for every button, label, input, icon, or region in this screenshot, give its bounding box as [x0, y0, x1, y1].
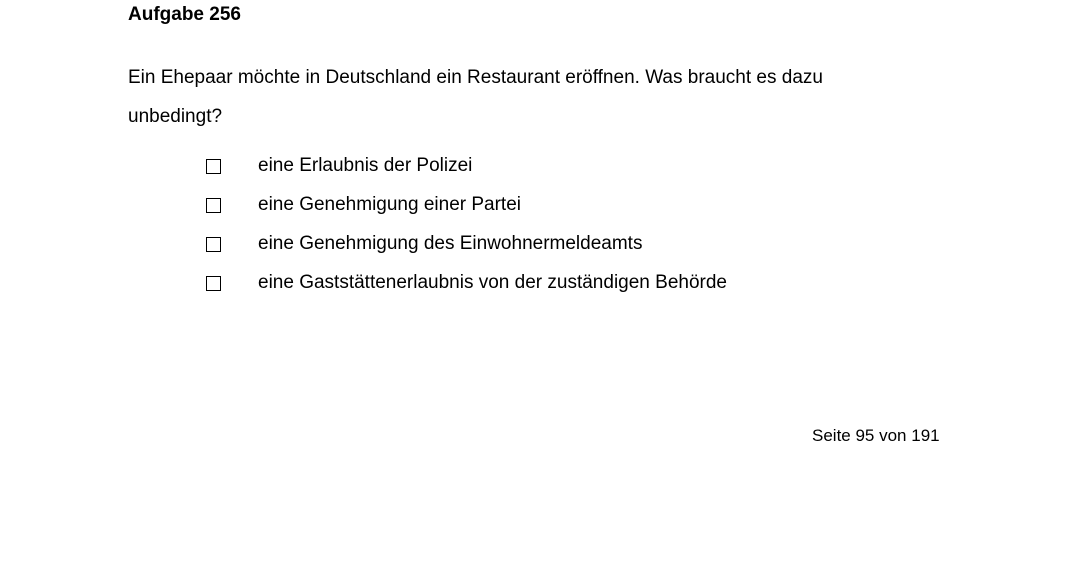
- checkbox[interactable]: [206, 275, 221, 291]
- checkbox[interactable]: [206, 197, 221, 213]
- option-label: eine Genehmigung des Einwohnermeldeamts: [258, 233, 643, 254]
- checkbox[interactable]: [206, 158, 221, 174]
- option-4[interactable]: eine Gaststättenerlaubnis von der zustän…: [206, 272, 727, 294]
- option-3[interactable]: eine Genehmigung des Einwohnermeldeamts: [206, 233, 642, 255]
- checkbox[interactable]: [206, 236, 221, 252]
- question-text: Ein Ehepaar möchte in Deutschland ein Re…: [128, 67, 823, 127]
- option-1[interactable]: eine Erlaubnis der Polizei: [206, 155, 472, 177]
- task-title: Aufgabe 256: [128, 4, 241, 25]
- page-number: Seite 95 von 191: [812, 426, 940, 445]
- option-2[interactable]: eine Genehmigung einer Partei: [206, 194, 521, 216]
- option-label: eine Erlaubnis der Polizei: [258, 155, 473, 176]
- option-label: eine Genehmigung einer Partei: [258, 194, 522, 215]
- option-label: eine Gaststättenerlaubnis von der zustän…: [258, 272, 727, 293]
